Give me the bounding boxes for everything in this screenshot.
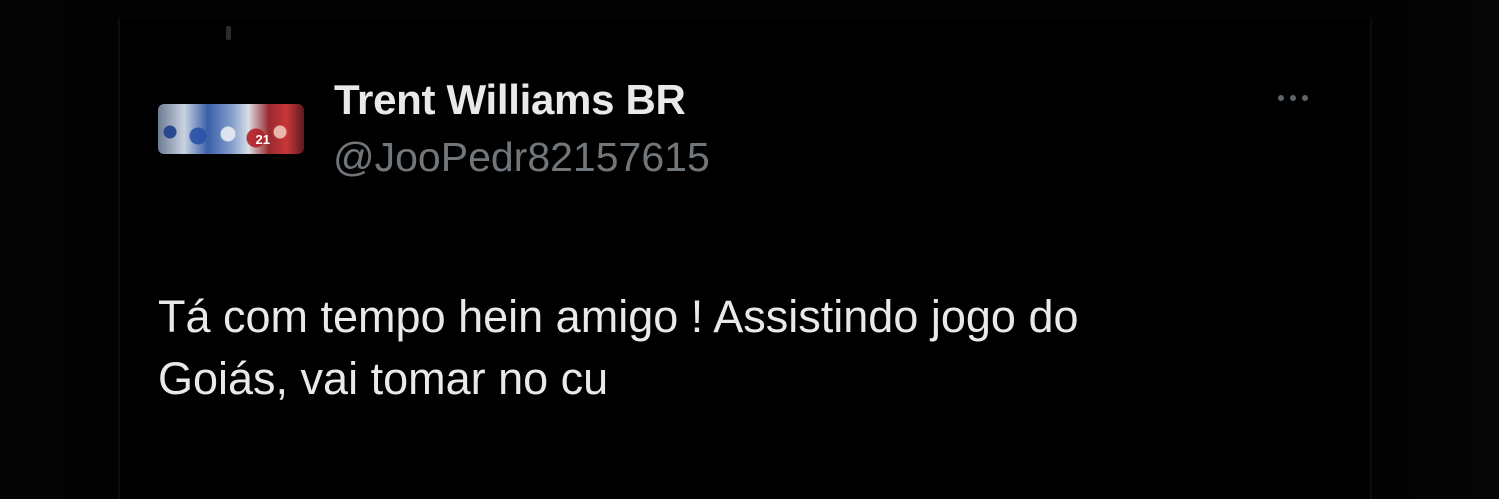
thread-line bbox=[226, 26, 231, 40]
dot-icon bbox=[1278, 95, 1284, 101]
author-handle[interactable]: @JooPedr82157615 bbox=[333, 134, 710, 181]
author-display-name[interactable]: Trent Williams BR bbox=[334, 76, 686, 124]
dot-icon bbox=[1290, 95, 1296, 101]
more-options-icon[interactable] bbox=[1266, 86, 1320, 110]
left-margin bbox=[0, 0, 118, 499]
dot-icon bbox=[1302, 95, 1308, 101]
tweet-text: Tá com tempo hein amigo ! Assistindo jog… bbox=[158, 291, 1079, 404]
avatar-jersey-number: 21 bbox=[255, 132, 270, 147]
right-margin bbox=[1368, 0, 1499, 499]
avatar[interactable]: 21 bbox=[158, 104, 304, 154]
avatar-image bbox=[158, 122, 304, 154]
tweet-card[interactable] bbox=[118, 18, 1372, 499]
screenshot-background: 21 Trent Williams BR @JooPedr82157615 Tá… bbox=[0, 0, 1499, 499]
